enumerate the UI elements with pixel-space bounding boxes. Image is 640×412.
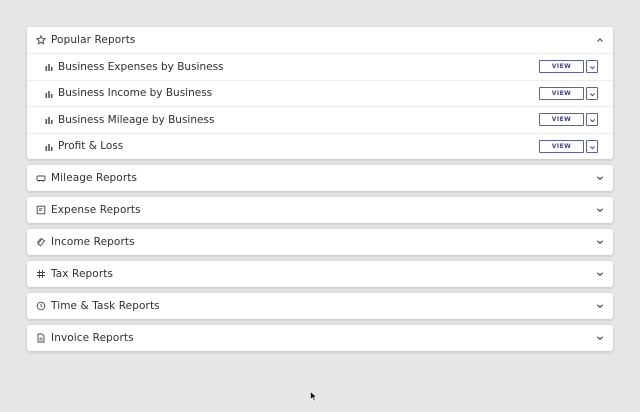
receipt-icon [35, 204, 47, 216]
chevron-down-icon[interactable] [595, 173, 605, 183]
popular-reports-header[interactable]: Popular Reports [27, 27, 613, 53]
income-reports-panel: Income Reports [27, 229, 613, 255]
grid-icon [35, 268, 47, 280]
mouse-pointer-icon [310, 387, 318, 406]
view-button[interactable]: VIEW [539, 113, 584, 127]
report-name[interactable]: Business Mileage by Business [58, 114, 539, 126]
chevron-down-icon[interactable] [595, 269, 605, 279]
bar-chart-icon [45, 142, 54, 151]
invoice-reports-header[interactable]: Invoice Reports [27, 325, 613, 351]
mileage-reports-title: Mileage Reports [51, 172, 138, 184]
income-reports-title: Income Reports [51, 236, 135, 248]
view-button[interactable]: VIEW [539, 60, 584, 74]
expense-reports-title: Expense Reports [51, 204, 141, 216]
time-task-reports-panel: Time & Task Reports [27, 293, 613, 319]
document-icon [35, 332, 47, 344]
report-row[interactable]: Profit & Loss VIEW [27, 132, 613, 160]
bar-chart-icon [45, 62, 54, 72]
reports-list: Popular Reports Business Expenses by Bus… [27, 27, 613, 357]
report-name[interactable]: Profit & Loss [58, 140, 539, 152]
report-options-button[interactable] [586, 86, 598, 101]
chevron-down-icon [589, 112, 596, 127]
chevron-down-icon [589, 86, 596, 101]
invoice-reports-panel: Invoice Reports [27, 325, 613, 351]
chevron-down-icon[interactable] [595, 333, 605, 343]
chevron-down-icon [589, 59, 596, 74]
invoice-reports-title: Invoice Reports [51, 332, 134, 344]
clock-icon [35, 300, 47, 312]
expense-reports-panel: Expense Reports [27, 197, 613, 223]
tax-reports-title: Tax Reports [51, 268, 114, 280]
money-icon [35, 236, 47, 248]
chevron-down-icon [589, 139, 596, 154]
tax-reports-panel: Tax Reports [27, 261, 613, 287]
bar-chart-icon [45, 115, 54, 125]
report-name[interactable]: Business Expenses by Business [58, 61, 539, 73]
chevron-up-icon[interactable] [595, 35, 605, 45]
mileage-reports-panel: Mileage Reports [27, 165, 613, 191]
view-button[interactable]: VIEW [539, 86, 584, 100]
tax-reports-header[interactable]: Tax Reports [27, 261, 613, 287]
chevron-down-icon[interactable] [595, 205, 605, 215]
bar-chart-icon [45, 89, 54, 98]
popular-reports-title: Popular Reports [51, 34, 136, 46]
income-reports-header[interactable]: Income Reports [27, 229, 613, 255]
chevron-down-icon[interactable] [595, 301, 605, 311]
chevron-down-icon[interactable] [595, 237, 605, 247]
star-icon [35, 34, 47, 46]
report-name[interactable]: Business Income by Business [58, 87, 539, 99]
report-row[interactable]: Business Income by Business VIEW [27, 79, 613, 107]
car-icon [35, 172, 47, 184]
mileage-reports-header[interactable]: Mileage Reports [27, 165, 613, 191]
time-task-reports-title: Time & Task Reports [51, 300, 160, 312]
report-options-button[interactable] [586, 112, 598, 127]
report-row[interactable]: Business Expenses by Business VIEW [27, 53, 613, 80]
report-row[interactable]: Business Mileage by Business VIEW [27, 106, 613, 133]
expense-reports-header[interactable]: Expense Reports [27, 197, 613, 223]
time-task-reports-header[interactable]: Time & Task Reports [27, 293, 613, 319]
report-options-button[interactable] [586, 139, 598, 154]
view-button[interactable]: VIEW [539, 139, 584, 153]
report-options-button[interactable] [586, 59, 598, 74]
popular-reports-panel: Popular Reports Business Expenses by Bus… [27, 27, 613, 159]
